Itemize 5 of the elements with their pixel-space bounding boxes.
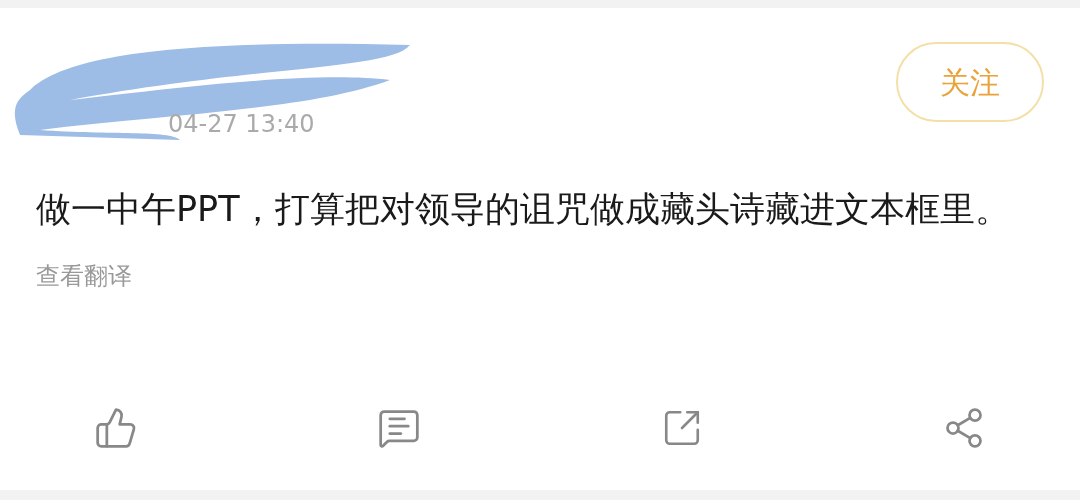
like-icon[interactable]: [94, 406, 138, 450]
translate-link[interactable]: 查看翻译: [36, 258, 132, 294]
post-time: 04-27 13:40: [168, 112, 315, 136]
follow-button[interactable]: 关注: [896, 42, 1044, 122]
post-text: 做一中午PPT，打算把对领导的诅咒做成藏头诗藏进文本框里。: [36, 188, 1011, 231]
